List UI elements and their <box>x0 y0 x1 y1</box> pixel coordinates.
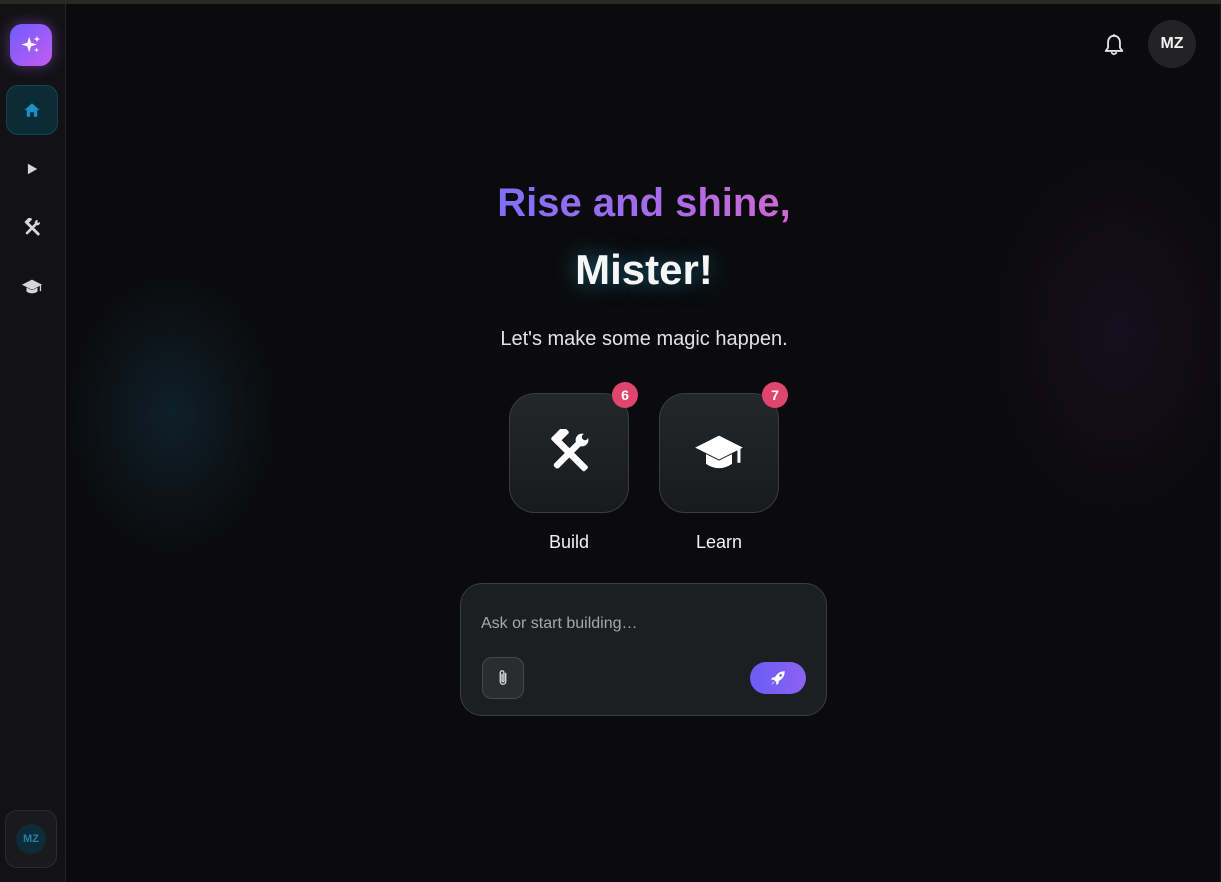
user-avatar-button[interactable]: MZ <box>1148 20 1196 68</box>
attach-button[interactable] <box>482 657 524 699</box>
play-icon <box>25 162 39 176</box>
graduation-cap-icon <box>21 276 43 298</box>
avatar: MZ <box>16 824 46 854</box>
sparkles-icon <box>20 34 42 56</box>
sidebar-item-home[interactable] <box>6 85 58 135</box>
notifications-button[interactable] <box>1101 30 1127 60</box>
user-name-heading: Mister! <box>575 246 713 293</box>
tools-icon <box>545 429 593 477</box>
learn-count-badge: 7 <box>762 382 788 408</box>
prompt-input[interactable] <box>481 612 801 636</box>
learn-tile-button[interactable]: 7 <box>659 382 788 513</box>
send-button[interactable] <box>750 662 806 694</box>
paperclip-icon <box>496 669 510 687</box>
learn-tile-label: Learn <box>695 532 743 552</box>
brand-button[interactable] <box>10 24 52 66</box>
graduation-cap-icon <box>693 427 745 479</box>
sidebar-item-learn[interactable] <box>6 262 58 312</box>
build-count-badge: 6 <box>612 382 638 408</box>
build-tile-button[interactable]: 6 <box>509 382 638 513</box>
prompt-composer <box>460 583 827 716</box>
sidebar: MZ <box>0 4 66 882</box>
tools-icon <box>22 218 42 238</box>
subtitle-text: Let's make some magic happen. <box>500 328 788 350</box>
rocket-icon <box>769 669 787 687</box>
sidebar-item-build[interactable] <box>6 203 58 253</box>
home-icon <box>23 101 41 119</box>
sidebar-item-play[interactable] <box>6 144 58 194</box>
greeting-text: Rise and shine, <box>427 180 861 226</box>
main-content: MZ Rise and shine, Mister! Let's make so… <box>67 4 1221 882</box>
build-tile-label: Build <box>548 532 590 552</box>
bell-icon <box>1103 33 1125 57</box>
sidebar-profile-button[interactable]: MZ <box>5 810 57 868</box>
